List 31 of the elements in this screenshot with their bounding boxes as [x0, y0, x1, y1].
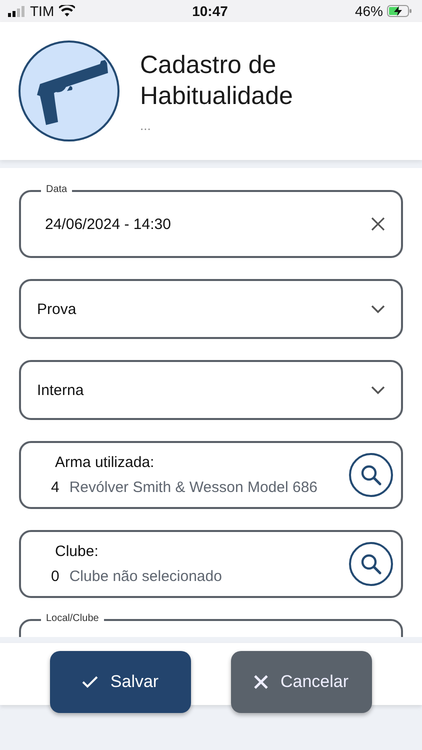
item-name: Revólver Smith & Wesson Model 686: [69, 479, 318, 496]
signal-icon: [8, 6, 25, 16]
date-value: 24/06/2024 - 14:30: [45, 216, 172, 232]
field-label: Clube:: [54, 543, 100, 560]
field-label: Local/Clube: [41, 613, 104, 624]
clock: 10:47: [192, 3, 228, 19]
search-icon: [360, 553, 382, 575]
search-button[interactable]: [349, 542, 393, 586]
page-title: Cadastro de Habitualidade: [140, 50, 294, 112]
cancel-button[interactable]: Cancelar: [231, 651, 372, 713]
close-icon: [254, 675, 268, 689]
item-code: 0: [51, 568, 60, 585]
wifi-icon: [59, 5, 76, 17]
page-subtitle: ...: [140, 118, 152, 132]
select-value: Prova: [37, 300, 78, 318]
item-name: Clube não selecionado: [69, 568, 222, 585]
chevron-down-icon: [371, 304, 385, 314]
save-button[interactable]: Salvar: [50, 651, 191, 713]
select-value: Interna: [37, 382, 85, 398]
search-button[interactable]: [349, 453, 393, 497]
clear-icon[interactable]: [371, 217, 385, 231]
chevron-down-icon: [371, 386, 385, 394]
field-label: Arma utilizada:: [54, 454, 156, 471]
battery-charging-icon: [387, 5, 412, 17]
item-code: 4: [51, 479, 60, 496]
search-icon: [360, 464, 382, 486]
field-label: Data: [41, 184, 72, 195]
check-icon: [82, 676, 98, 688]
carrier-name: TIM: [30, 3, 54, 19]
pistol-emblem-icon: [18, 40, 120, 142]
battery-percent: 46%: [354, 3, 383, 19]
